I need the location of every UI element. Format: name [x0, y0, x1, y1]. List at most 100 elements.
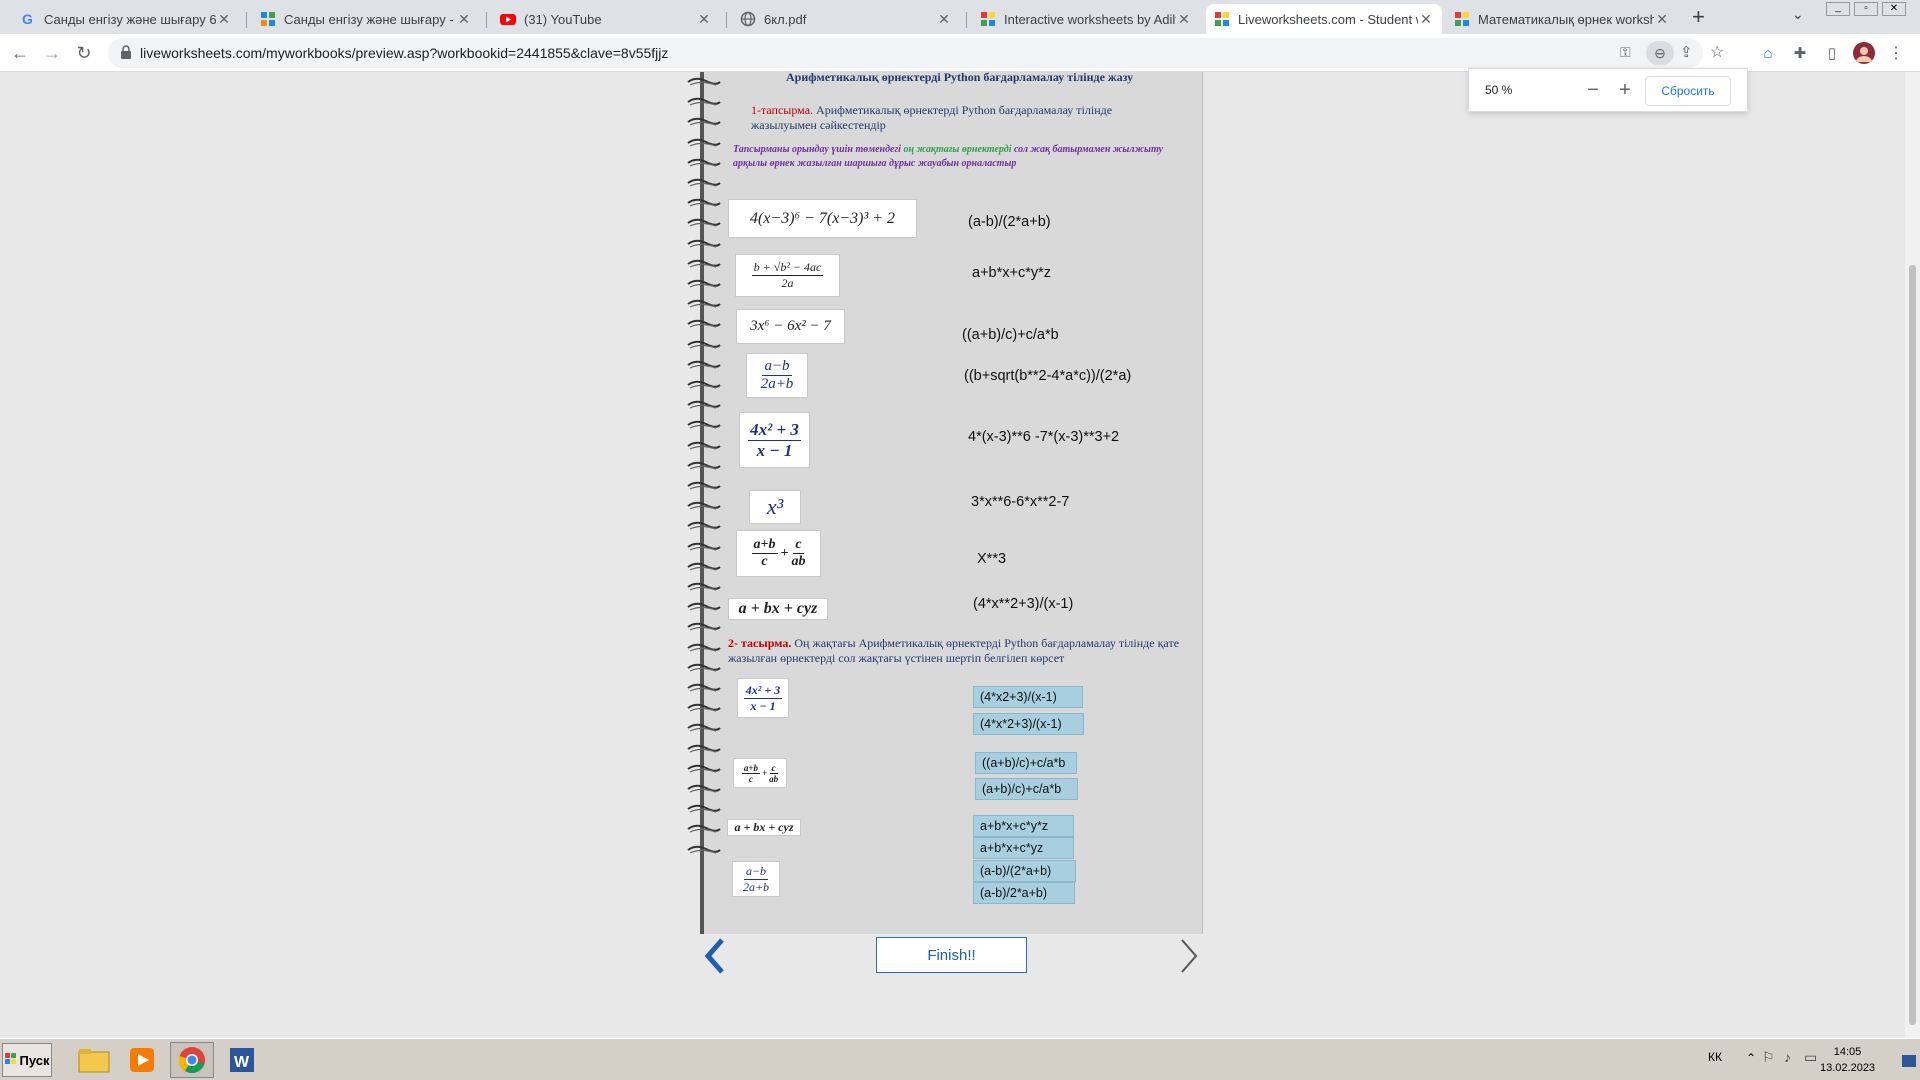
instruction-part2: оң жақтағы өрнектерді	[903, 144, 1012, 155]
next-page-chevron-icon[interactable]	[1174, 936, 1204, 976]
puzzle-icon[interactable]: ✚	[1788, 41, 1812, 65]
flag-icon[interactable]: ⚐	[1762, 1049, 1775, 1066]
formula-box-6[interactable]: x³	[749, 490, 801, 524]
key-icon[interactable]: ⚿	[1620, 44, 1631, 61]
scrollbar-thumb[interactable]	[1909, 265, 1916, 1025]
tab-title: Санды енгізу және шығару - Уч	[284, 11, 456, 27]
choice-option[interactable]: (4*x*2+3)/(x-1)	[973, 713, 1084, 735]
formula-denominator: 2a+b	[742, 879, 770, 894]
formula-box-1[interactable]: 4(x−3)⁶ − 7(x−3)³ + 2	[728, 199, 917, 238]
tab-5[interactable]: Interactive worksheets by Adiltar ✕	[972, 4, 1200, 34]
formula-numerator: a−b	[762, 358, 792, 376]
avatar[interactable]	[1852, 41, 1876, 65]
side-panel-icon[interactable]: ▯	[1820, 41, 1844, 65]
zoom-in-button[interactable]: +	[1613, 79, 1637, 103]
lock-icon[interactable]	[120, 45, 132, 59]
start-button[interactable]: Пуск	[2, 1043, 52, 1077]
draggable-answer[interactable]: (4*x**2+3)/(x-1)	[973, 596, 1073, 612]
minimize-icon[interactable]: _	[1826, 2, 1850, 16]
spiral-ring	[686, 276, 722, 288]
new-tab-icon[interactable]: +	[1692, 4, 1705, 30]
spiral-ring	[686, 539, 722, 551]
draggable-answer[interactable]: a+b*x+c*y*z	[972, 265, 1051, 281]
clock-time: 14:05	[1833, 1046, 1862, 1058]
tab-3[interactable]: (31) YouTube ✕	[492, 4, 720, 34]
start-label: Пуск	[19, 1052, 50, 1068]
reload-icon[interactable]: ↻	[72, 41, 96, 65]
tab-6-active[interactable]: Liveworksheets.com - Student wo ✕	[1206, 4, 1442, 34]
bookmark-star-icon[interactable]: ☆	[1710, 42, 1724, 62]
spiral-ring	[686, 660, 722, 672]
spiral-ring	[686, 397, 722, 409]
close-icon[interactable]: ✕	[456, 11, 472, 28]
spiral-ring	[686, 256, 722, 268]
address-bar[interactable]: liveworksheets.com/myworkbooks/preview.a…	[108, 38, 1724, 68]
close-icon[interactable]: ✕	[1176, 11, 1192, 28]
tab-search-chevron-icon[interactable]: ⌄	[1792, 6, 1804, 23]
language-indicator[interactable]: КК	[1708, 1050, 1722, 1064]
zoom-icon[interactable]: ⊖	[1646, 41, 1674, 65]
share-icon[interactable]: ⇪	[1680, 43, 1693, 61]
formula-box-4[interactable]: a−b 2a+b	[746, 353, 808, 398]
choice-option[interactable]: (a-b)/(2*a+b)	[973, 860, 1076, 882]
close-icon[interactable]: ✕	[696, 11, 712, 28]
draggable-answer[interactable]: X**3	[977, 551, 1006, 567]
formula-box-3[interactable]: 3x⁶ − 6x² − 7	[736, 309, 845, 344]
choice-option[interactable]: a+b*x+c*y*z	[973, 815, 1074, 837]
formula-box-5[interactable]: 4x² + 3x − 1	[739, 412, 810, 468]
choice-option[interactable]: (a+b)/c)+c/a*b	[975, 778, 1078, 800]
choice-option[interactable]: (a-b)/2*a+b)	[973, 882, 1075, 904]
formula-operator: +	[762, 768, 768, 778]
show-desktop-icon[interactable]	[1902, 1055, 1916, 1067]
clock[interactable]: 14:05 13.02.2023	[1820, 1044, 1875, 1076]
zoom-reset-button[interactable]: Сбросить	[1645, 76, 1731, 106]
tab-title: Математикалық өрнек worksheet	[1478, 11, 1654, 27]
choice-option[interactable]: a+b*x+c*yz	[973, 837, 1074, 859]
tab-7[interactable]: Математикалық өрнек worksheet ✕	[1446, 4, 1678, 34]
liveworksheets-icon	[1454, 11, 1470, 27]
tray-expand-icon[interactable]: ⌃	[1746, 1051, 1756, 1065]
extension-icon[interactable]: ⌂	[1756, 41, 1780, 65]
draggable-answer[interactable]: ((a+b)/c)+c/a*b	[962, 327, 1059, 343]
zoom-out-button[interactable]: −	[1581, 79, 1605, 103]
tab-1[interactable]: G Санды енгізу және шығару 6 сы ✕	[12, 4, 240, 34]
finish-button[interactable]: Finish!!	[876, 937, 1027, 973]
draggable-answer[interactable]: 4*(x-3)**6 -7*(x-3)**3+2	[968, 429, 1119, 445]
media-player-icon[interactable]	[120, 1042, 164, 1078]
back-icon[interactable]: ←	[8, 41, 32, 65]
forward-icon[interactable]: →	[40, 41, 64, 65]
draggable-answer[interactable]: ((b+sqrt(b**2-4*a*c))/(2*a)	[964, 368, 1131, 384]
network-icon[interactable]: ▭	[1804, 1049, 1817, 1066]
formula-text: 4(x−3)⁶ − 7(x−3)³ + 2	[749, 209, 896, 227]
task1-label: 1-тапсырма.	[751, 103, 814, 117]
spiral-ring	[686, 518, 722, 530]
draggable-answer[interactable]: 3*x**6-6*x**2-7	[971, 494, 1069, 510]
volume-icon[interactable]: ♪	[1784, 1049, 1791, 1065]
url-text[interactable]: liveworksheets.com/myworkbooks/preview.a…	[140, 45, 668, 61]
menu-kebab-icon[interactable]: ⋮	[1884, 41, 1908, 65]
chrome-icon[interactable]	[170, 1042, 214, 1078]
restore-icon[interactable]: ▫	[1854, 2, 1878, 16]
choice-option[interactable]: ((a+b)/c)+c/a*b	[975, 752, 1077, 774]
formula-numerator: a+b	[751, 537, 778, 554]
spiral-ring	[686, 821, 722, 833]
close-window-icon[interactable]: ✕	[1882, 2, 1906, 16]
formula-box-2[interactable]: b + √b² − 4ac 2a	[735, 254, 840, 297]
spiral-ring	[686, 337, 722, 349]
formula-box-7[interactable]: a+b c + c ab	[736, 530, 821, 577]
spiral-ring	[686, 599, 722, 611]
window-controls: _ ▫ ✕	[1826, 2, 1912, 18]
word-icon[interactable]: W	[220, 1042, 264, 1078]
globe-icon	[740, 11, 756, 27]
close-icon[interactable]: ✕	[1418, 11, 1434, 28]
file-explorer-icon[interactable]	[72, 1042, 116, 1078]
close-icon[interactable]: ✕	[1654, 11, 1670, 28]
tab-4[interactable]: 6кл.pdf ✕	[732, 4, 960, 34]
tab-2[interactable]: Санды енгізу және шығару - Уч ✕	[252, 4, 480, 34]
close-icon[interactable]: ✕	[936, 11, 952, 28]
draggable-answer[interactable]: (a-b)/(2*a+b)	[968, 214, 1051, 230]
formula-box-8[interactable]: a + bx + cyz	[728, 598, 828, 620]
prev-page-chevron-icon[interactable]	[700, 936, 730, 976]
close-icon[interactable]: ✕	[216, 11, 232, 28]
choice-option[interactable]: (4*x2+3)/(x-1)	[973, 686, 1083, 708]
